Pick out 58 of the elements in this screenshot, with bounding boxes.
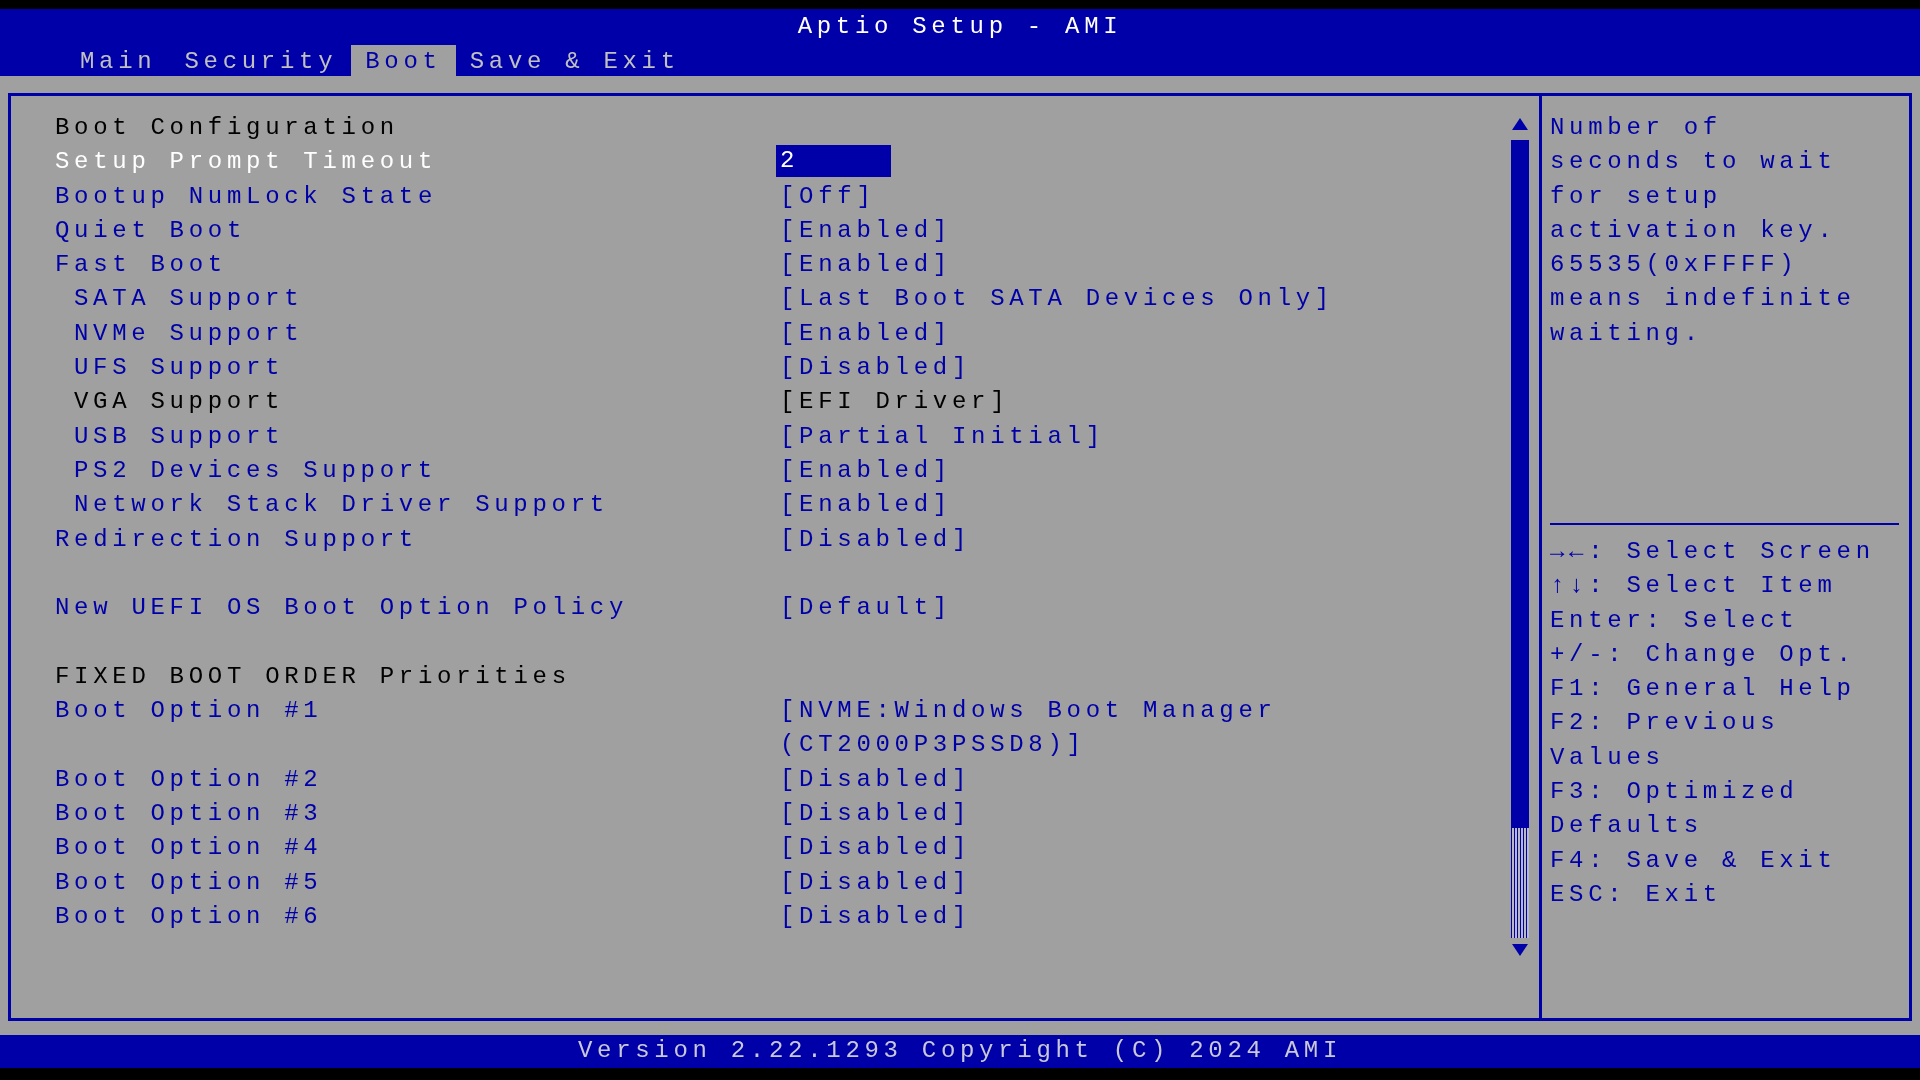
key-hint: F2: Previous Values <box>1550 708 1781 773</box>
setting-label[interactable]: Boot Option #2 <box>55 762 780 797</box>
setting-label[interactable]: New UEFI OS Boot Option Policy <box>55 591 780 626</box>
setting-value[interactable]: [Disabled] <box>780 796 1500 832</box>
version-text: Version 2.22.1293 Copyright (C) 2024 AMI <box>577 1036 1343 1067</box>
setting-value[interactable]: [Disabled] <box>780 865 1500 900</box>
tab[interactable]: Main <box>66 45 171 76</box>
setting-value[interactable]: [NVME:Windows Boot Manager (CT2000P3PSSD8)] <box>780 694 1500 763</box>
key-hint: ESC: Exit <box>1550 879 1723 910</box>
key-hint: F3: Optimized Defaults <box>1550 777 1800 842</box>
setting-label[interactable]: Fast Boot <box>55 248 780 283</box>
help-text: Number of seconds to wait for setup activation key. 65535(0xFFFF) means indefinite waiting. <box>1550 113 1857 349</box>
setting-value[interactable]: [Enabled] <box>780 316 1500 352</box>
section-heading: Boot Configuration <box>55 113 400 143</box>
setting-value[interactable]: [Enabled] <box>780 453 1500 489</box>
key-hint: F4: Save & Exit <box>1550 845 1838 876</box>
setting-value[interactable]: [Disabled] <box>780 899 1500 935</box>
setting-value[interactable]: [Last Boot SATA Devices Only] <box>780 282 1500 317</box>
setting-value[interactable]: [Enabled] <box>780 248 1500 283</box>
setting-value[interactable]: [Off] <box>780 179 1500 214</box>
setting-value[interactable]: [Enabled] <box>780 488 1500 523</box>
setting-label[interactable]: Network Stack Driver Support <box>74 488 780 523</box>
key-hint: +/-: Change Opt. <box>1550 639 1857 670</box>
setting-value[interactable]: [Disabled] <box>780 522 1500 557</box>
setting-label[interactable]: Quiet Boot <box>55 213 780 249</box>
value-field[interactable]: 2 <box>776 145 891 178</box>
setting-label[interactable]: SATA Support <box>74 282 780 317</box>
setting-label[interactable]: PS2 Devices Support <box>74 453 780 489</box>
scroll-down-icon[interactable] <box>1511 944 1528 956</box>
setting-label[interactable]: Boot Option #5 <box>55 865 780 900</box>
setting-value[interactable]: [Disabled] <box>780 351 1500 386</box>
setting-value[interactable]: [Partial Initial] <box>780 419 1500 454</box>
setting-label: VGA Support <box>74 387 286 418</box>
setting-label[interactable]: Boot Option #1 <box>55 694 780 729</box>
setting-value: [EFI Driver] <box>780 387 1011 418</box>
key-hint: ↑↓: Select Item <box>1550 571 1838 602</box>
setting-label[interactable]: NVMe Support <box>74 316 780 352</box>
setting-label[interactable]: Boot Option #3 <box>55 796 780 832</box>
tab[interactable]: Security <box>170 45 352 76</box>
setting-label[interactable]: Boot Option #6 <box>55 899 780 935</box>
key-hint: Enter: Select <box>1550 605 1800 636</box>
setting-label[interactable]: Bootup NumLock State <box>55 179 780 214</box>
setting-value[interactable]: [Default] <box>780 591 1500 626</box>
setting-label[interactable]: USB Support <box>74 419 780 454</box>
scroll-up-icon[interactable] <box>1511 118 1528 130</box>
scrollbar-thumb[interactable] <box>1510 140 1529 828</box>
key-hint: F1: General Help <box>1550 674 1857 705</box>
key-hint: →←: Select Screen <box>1550 537 1876 567</box>
section-heading: FIXED BOOT ORDER Priorities <box>55 661 572 692</box>
tab[interactable]: Boot <box>351 45 456 76</box>
setting-value[interactable]: [Disabled] <box>780 762 1500 797</box>
setting-value[interactable]: [Enabled] <box>780 213 1500 249</box>
window-title: Aptio Setup - AMI <box>797 11 1123 42</box>
tab[interactable]: Save & Exit <box>455 45 694 76</box>
setting-value[interactable]: [Disabled] <box>780 831 1500 866</box>
setting-label[interactable]: UFS Support <box>74 351 780 386</box>
setting-label[interactable]: Redirection Support <box>55 522 780 557</box>
setting-label[interactable]: Boot Option #4 <box>55 831 780 866</box>
